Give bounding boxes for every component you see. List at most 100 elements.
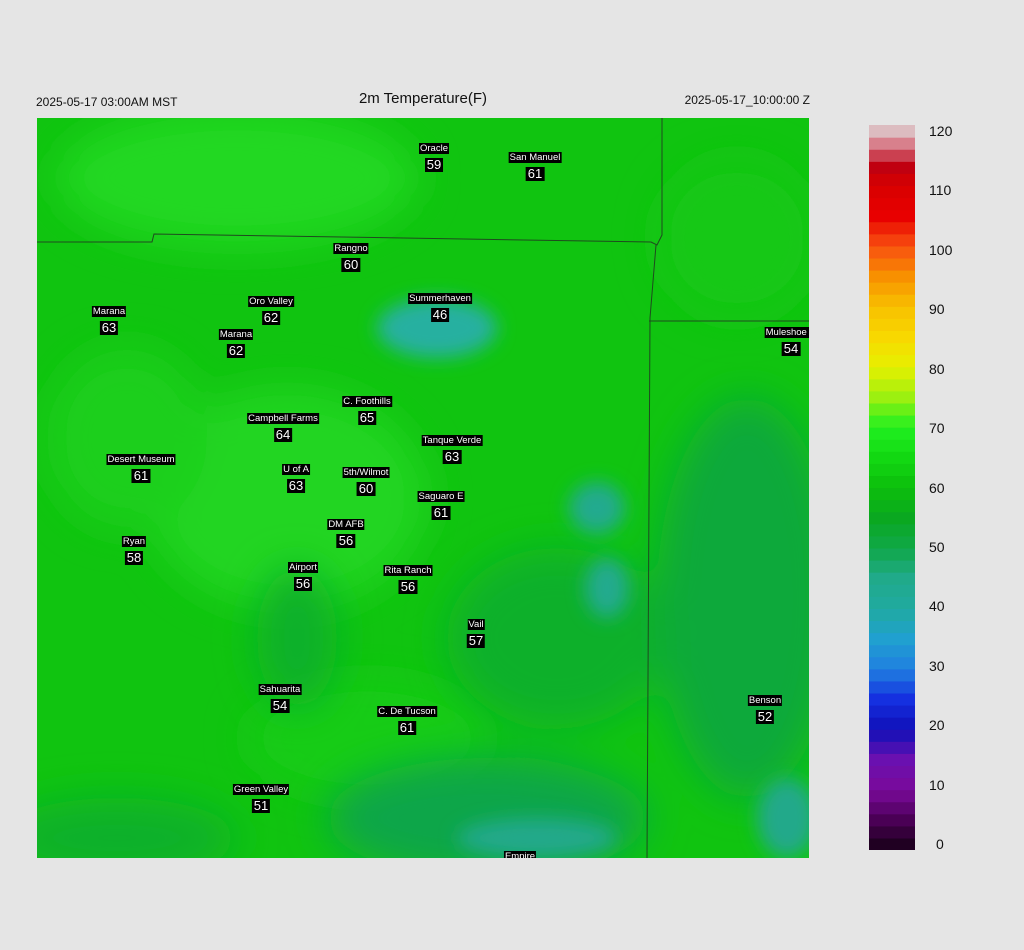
station-name: Desert Museum — [106, 454, 176, 465]
colorbar-band — [869, 729, 915, 742]
colorbar-tick-label: 40 — [929, 598, 945, 615]
station-label: Airport 56 — [288, 557, 318, 591]
station-label: Desert Museum 61 — [106, 449, 176, 483]
colorbar-band — [869, 161, 915, 174]
colorbar-band — [869, 620, 915, 634]
station-value: 61 — [131, 468, 151, 483]
colorbar-band — [869, 644, 915, 658]
colorbar-tick-label: 60 — [929, 479, 945, 496]
colorbar-band — [869, 487, 915, 501]
colorbar-band — [869, 402, 915, 416]
colorbar-band — [869, 149, 915, 162]
station-name: C. Foothills — [342, 396, 392, 407]
colorbar-band — [869, 717, 915, 730]
colorbar-band — [869, 765, 915, 779]
station-name: Benson — [747, 695, 783, 706]
station-label: Oracle 59 — [419, 138, 449, 172]
colorbar-band — [869, 608, 915, 622]
colorbar-band — [869, 415, 915, 428]
colorbar-band — [869, 511, 915, 525]
station-label: U of A 63 — [282, 459, 310, 493]
colorbar-tick-label: 110 — [929, 182, 952, 199]
colorbar-band — [869, 825, 915, 839]
colorbar-tick-label: 80 — [929, 360, 945, 377]
station-value: 54 — [270, 698, 290, 713]
station-label: Marana 62 — [218, 324, 254, 358]
station-label: Vail 57 — [466, 614, 486, 648]
valid-time-local: 2025-05-17 03:00AM MST — [36, 95, 178, 109]
colorbar-band — [869, 813, 915, 827]
colorbar-band — [869, 475, 915, 489]
colorbar-tick-label: 30 — [929, 657, 945, 674]
station-value: 63 — [442, 449, 462, 464]
station-name: Empire — [503, 851, 537, 858]
station-value: 60 — [341, 257, 361, 272]
colorbar-band — [869, 197, 915, 211]
station-label: Muleshoe R 54 — [764, 322, 809, 356]
colorbar-band — [869, 270, 915, 283]
colorbar-band — [869, 233, 915, 247]
station-name: Marana — [91, 306, 127, 317]
colorbar-band — [869, 535, 915, 549]
colorbar-band — [869, 342, 915, 356]
station-name: Rangno — [333, 243, 369, 254]
colorbar-band — [869, 837, 915, 850]
station-value: 56 — [293, 576, 313, 591]
station-name: Green Valley — [232, 784, 290, 795]
colorbar-tick-label: 50 — [929, 538, 945, 555]
colorbar-band — [869, 632, 915, 646]
station-name: C. De Tucson — [377, 706, 437, 717]
station-name: Rita Ranch — [383, 565, 433, 576]
station-label: Sahuarita 54 — [258, 679, 302, 713]
station-value: 52 — [755, 709, 775, 724]
station-name: Oracle — [419, 143, 449, 154]
station-value: 63 — [99, 320, 119, 335]
colorbar-tick-label: 70 — [929, 420, 945, 437]
colorbar-band — [869, 378, 915, 392]
colorbar-band — [869, 705, 915, 718]
colorbar-band — [869, 282, 915, 295]
station-name: Summerhaven — [408, 293, 472, 304]
colorbar-band — [869, 523, 915, 537]
station-label: Rita Ranch 56 — [383, 560, 433, 594]
station-value: 61 — [525, 166, 545, 181]
colorbar-band — [869, 451, 915, 464]
station-label: Saguaro E 61 — [417, 486, 465, 520]
colorbar-band — [869, 318, 915, 332]
station-label: Campbell Farms 64 — [247, 408, 319, 442]
station-value: 56 — [398, 579, 418, 594]
station-name: Muleshoe R — [764, 327, 809, 338]
colorbar-band — [869, 125, 915, 138]
colorbar-band — [869, 173, 915, 187]
colorbar-band — [869, 584, 915, 597]
station-value: 51 — [251, 798, 271, 813]
colorbar-band — [869, 306, 915, 319]
colorbar-band — [869, 656, 915, 670]
station-name: Tanque Verde — [421, 435, 483, 446]
station-label: Rangno 60 — [333, 238, 369, 272]
valid-time-utc: 2025-05-17_10:00:00 Z — [684, 93, 810, 107]
colorbar-band — [869, 596, 915, 609]
colorbar-band — [869, 245, 915, 259]
colorbar-band — [869, 294, 915, 307]
colorbar-tick-label: 100 — [929, 241, 953, 258]
station-name: Marana — [218, 329, 254, 340]
station-value: 61 — [397, 720, 417, 735]
station-name: Saguaro E — [417, 491, 465, 502]
station-label: C. Foothills 65 — [342, 391, 392, 425]
station-name: U of A — [282, 464, 310, 475]
colorbar-band — [869, 801, 915, 815]
colorbar-band — [869, 753, 915, 767]
station-label: Empire — [503, 846, 537, 858]
colorbar-band — [869, 499, 915, 513]
station-value: 54 — [781, 341, 801, 356]
station-name: Oro Valley — [248, 296, 294, 307]
colorbar-tick-label: 20 — [929, 717, 945, 734]
colorbar-band — [869, 439, 915, 452]
station-value: 65 — [357, 410, 377, 425]
colorbar-band — [869, 257, 915, 271]
station-value: 64 — [273, 427, 293, 442]
station-label: Benson 52 — [747, 690, 783, 724]
station-name: Vail — [467, 619, 485, 630]
colorbar-tick-label: 0 — [936, 836, 944, 852]
